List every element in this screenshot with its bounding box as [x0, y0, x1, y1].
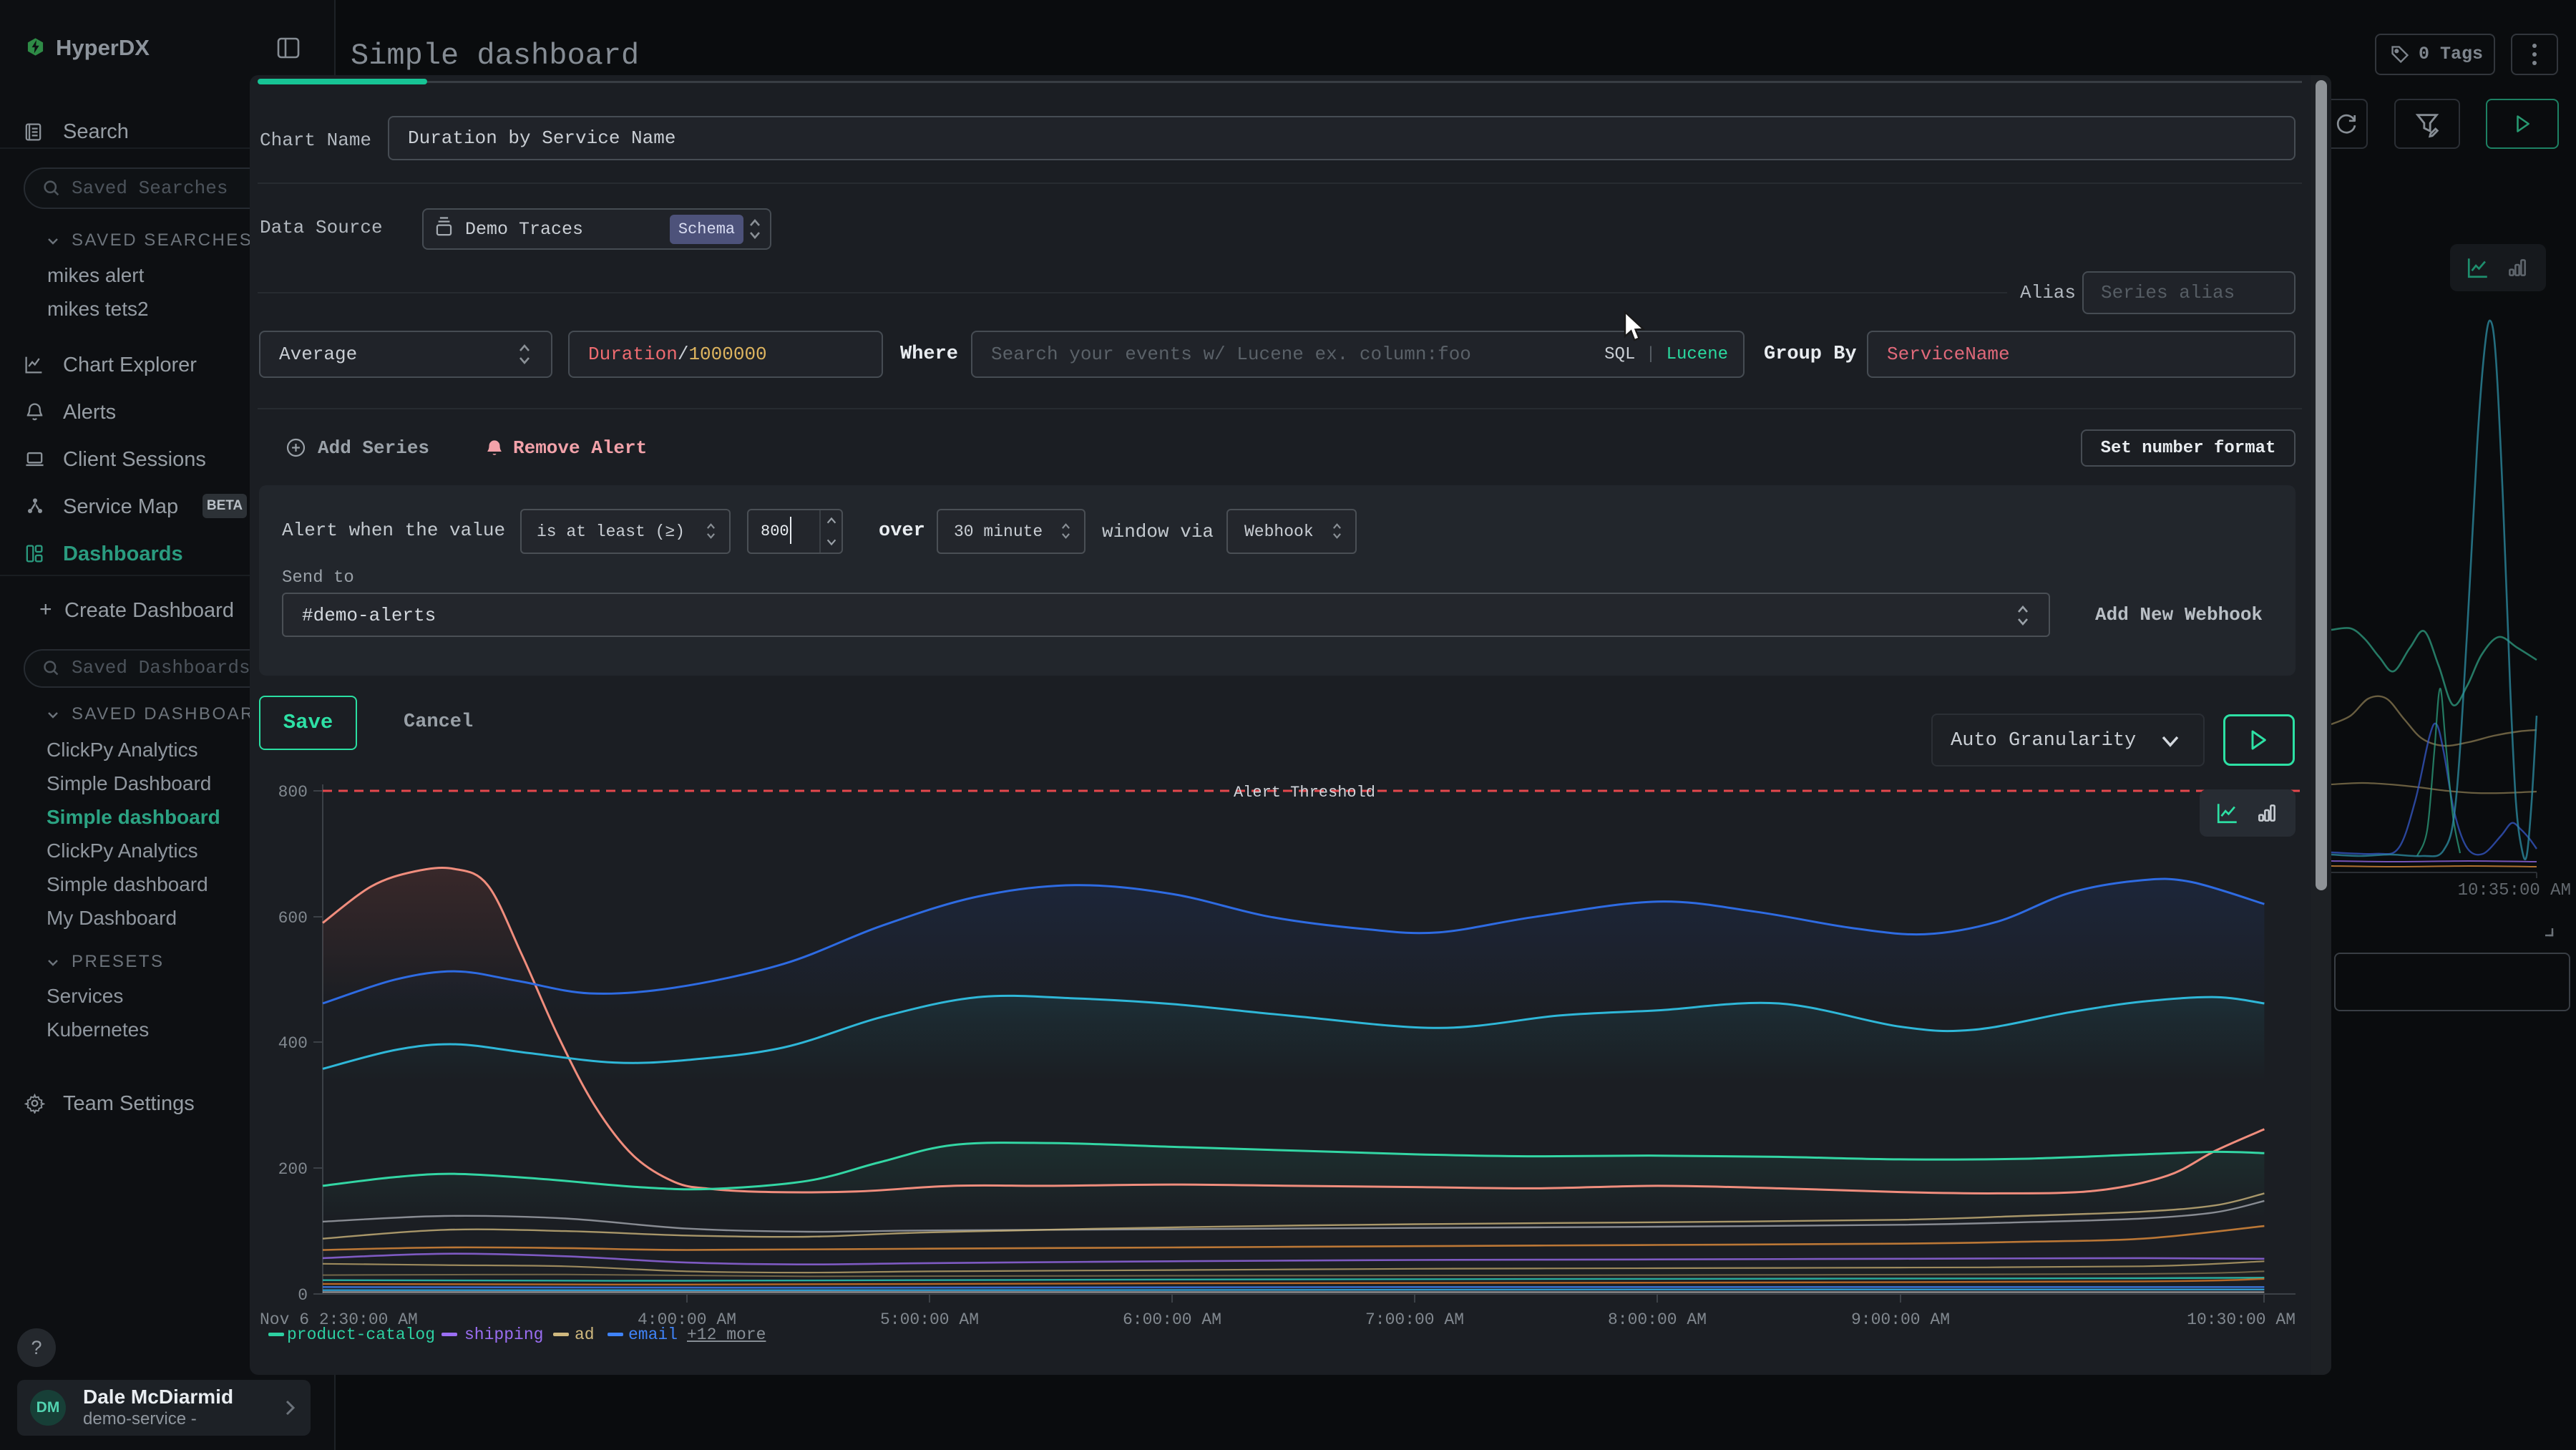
- svg-text:0: 0: [298, 1286, 308, 1305]
- svg-text:8:00:00 AM: 8:00:00 AM: [1608, 1310, 1707, 1329]
- svg-text:6:00:00 AM: 6:00:00 AM: [1123, 1310, 1221, 1329]
- svg-text:10:30:00 AM: 10:30:00 AM: [2187, 1310, 2296, 1329]
- svg-text:800: 800: [278, 783, 308, 802]
- svg-text:7:00:00 AM: 7:00:00 AM: [1365, 1310, 1464, 1329]
- svg-text:9:00:00 AM: 9:00:00 AM: [1851, 1310, 1950, 1329]
- svg-text:200: 200: [278, 1160, 308, 1179]
- svg-text:600: 600: [278, 909, 308, 928]
- svg-text:400: 400: [278, 1034, 308, 1053]
- svg-text:5:00:00 AM: 5:00:00 AM: [880, 1310, 979, 1329]
- svg-text:Alert Threshold: Alert Threshold: [1234, 784, 1375, 802]
